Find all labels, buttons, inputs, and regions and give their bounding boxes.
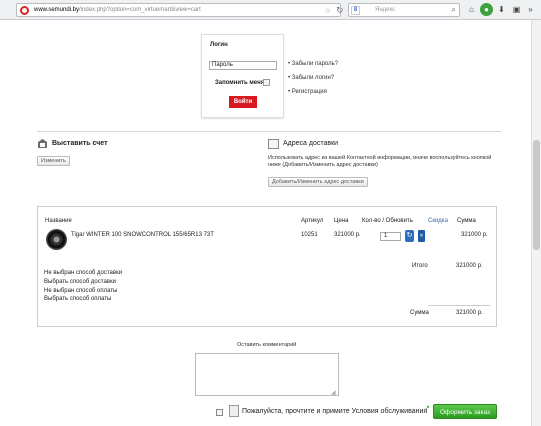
sum-divider [428, 305, 490, 306]
shipping-status: Не выбран способ доставки [44, 270, 123, 276]
sum-label: Сумма [410, 310, 429, 316]
scrollbar-thumb[interactable] [533, 140, 540, 250]
forgot-login-link[interactable]: • Забыли логин? [288, 71, 338, 85]
bookmark-star-icon[interactable]: ☆ [324, 6, 331, 15]
remember-label: Запомнить меня [215, 80, 265, 86]
choose-payment-link[interactable]: Выбрать способ оплаты [44, 296, 111, 302]
choose-shipping-link[interactable]: Выбрать способ доставки [44, 279, 116, 285]
search-magnifier-icon[interactable]: ⌕ [452, 5, 456, 15]
edit-invoice-button[interactable]: Изменить [37, 156, 70, 166]
comment-textarea[interactable] [195, 353, 339, 396]
product-price: 321000 р. [334, 232, 361, 238]
search-box[interactable]: 8 Яндекс ⌕ [348, 3, 460, 17]
register-link[interactable]: • Регистрация [288, 85, 338, 99]
shipping-address-title: Адреса доставки [283, 140, 339, 147]
invoice-icon [38, 139, 47, 148]
product-total: 321000 р. [461, 232, 488, 238]
subtotal-value: 321000 р. [456, 263, 483, 269]
delete-item-icon[interactable]: ✕ [418, 230, 425, 242]
quantity-input[interactable]: 1 [380, 232, 401, 241]
product-sku: 10251 [301, 232, 318, 238]
home-icon[interactable]: ⌂ [465, 3, 478, 16]
login-links: • Забыли пароль? • Забыли логин? • Регис… [288, 57, 338, 99]
addons-icon[interactable]: ▣ [510, 3, 523, 16]
login-panel: Логин Пароль Запомнить меня Войти [201, 34, 284, 118]
forgot-password-link[interactable]: • Забыли пароль? [288, 57, 338, 71]
header-discount: Скидка [428, 218, 448, 224]
invoice-title: Выставить счет [52, 140, 108, 147]
remember-checkbox[interactable] [263, 79, 270, 86]
search-engine-icon[interactable]: 8 [351, 6, 360, 15]
arrow-icon: ↗ [424, 405, 430, 412]
login-button[interactable]: Войти [229, 96, 257, 108]
sum-value: 321000 р. [456, 310, 483, 316]
shipping-address-text: Использовать адрес из вашей Контактной и… [268, 155, 492, 168]
tos-checkbox[interactable] [216, 409, 223, 416]
tos-link[interactable]: Пожалуйста, прочтите и примите Условия о… [242, 408, 427, 415]
address-bar[interactable]: www.semundi.by/index.php?option=com_virt… [16, 3, 344, 17]
url-text: www.semundi.by/index.php?option=com_virt… [34, 7, 201, 13]
reload-icon[interactable]: ↻ [336, 5, 344, 16]
menu-icon[interactable]: » [524, 3, 537, 16]
extension-icon[interactable]: ● [480, 3, 493, 16]
order-table: Название Артикул Цена Кол-во / Обновить … [37, 206, 497, 327]
header-name: Название [45, 218, 72, 224]
document-icon [229, 405, 239, 417]
product-name-link[interactable]: Tigar WINTER 100 SNOWCONTROL 155/65R13 7… [71, 232, 214, 238]
comment-label: Оставить комментарий [237, 342, 297, 348]
resize-grip-icon[interactable]: ◢ [331, 389, 336, 396]
divider [37, 131, 501, 132]
shipping-address-icon [268, 139, 279, 149]
edit-shipping-address-button[interactable]: Добавить/Изменить адрес доставки [268, 177, 368, 187]
checkout-button[interactable]: Оформить заказ [433, 404, 497, 419]
browser-toolbar: www.semundi.by/index.php?option=com_virt… [0, 0, 541, 20]
site-favicon-icon [20, 6, 29, 15]
page-scrollbar[interactable] [531, 20, 541, 426]
login-title: Логин [210, 42, 228, 48]
product-image [46, 229, 67, 250]
header-qty: Кол-во / Обновить [362, 218, 413, 224]
subtotal-label: Итого [412, 263, 428, 269]
header-price: Цена [334, 218, 349, 224]
password-field[interactable]: Пароль [209, 61, 277, 70]
payment-status: Не выбран способ оплаты [44, 288, 118, 294]
update-quantity-icon[interactable]: ↻ [405, 230, 414, 242]
download-icon[interactable]: ⬇ [495, 3, 508, 16]
search-placeholder: Яндекс [375, 7, 396, 13]
header-sku: Артикул [301, 218, 324, 224]
header-total: Сумма [457, 218, 476, 224]
